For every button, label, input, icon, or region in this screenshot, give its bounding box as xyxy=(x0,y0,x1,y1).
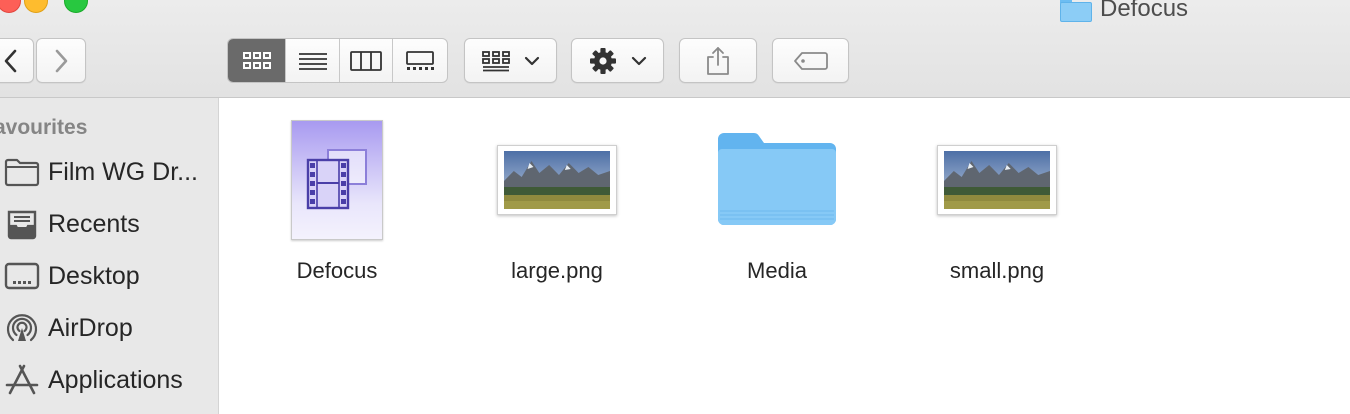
column-view-button[interactable] xyxy=(340,39,393,82)
airdrop-icon xyxy=(3,311,41,345)
folder-icon xyxy=(718,133,836,225)
file-item-defocus[interactable]: Defocus xyxy=(242,118,432,284)
sidebar-item-label: Applications xyxy=(48,365,183,394)
action-menu-button[interactable] xyxy=(571,38,664,83)
back-button[interactable] xyxy=(0,38,34,83)
window-toolbar: Defocus xyxy=(0,0,1350,98)
view-mode-segmented-control xyxy=(227,38,448,83)
sidebar-section-favourites: avourites xyxy=(0,116,88,139)
file-item-media-folder[interactable]: Media xyxy=(682,118,872,284)
image-thumbnail xyxy=(497,145,617,215)
chevron-right-icon xyxy=(55,49,68,72)
applications-icon xyxy=(3,363,41,397)
chevron-left-icon xyxy=(4,49,17,72)
window-title-text: Defocus xyxy=(1100,0,1189,22)
sidebar-item-recents[interactable]: Recents xyxy=(0,204,219,244)
window-title: Defocus xyxy=(1060,0,1188,24)
sidebar-item-airdrop[interactable]: AirDrop xyxy=(0,308,219,348)
file-browser: Defocus large.png Media small.png xyxy=(220,98,1350,414)
edit-tags-button[interactable] xyxy=(772,38,849,83)
folder-icon xyxy=(1060,0,1092,22)
file-name: small.png xyxy=(949,258,1045,283)
minimize-window-button[interactable] xyxy=(24,0,48,13)
recents-icon xyxy=(3,207,41,241)
folder-icon xyxy=(3,155,41,189)
gallery-view-button[interactable] xyxy=(393,39,447,82)
sidebar-item-film-wg-drive[interactable]: Film WG Dr... xyxy=(0,152,219,192)
list-view-icon xyxy=(298,52,327,70)
file-name: Media xyxy=(747,258,807,283)
icon-view-icon xyxy=(242,51,271,69)
sidebar: avourites Film WG Dr... Recents Desktop … xyxy=(0,98,219,414)
sidebar-item-applications[interactable]: Applications xyxy=(0,360,219,400)
maximize-window-button[interactable] xyxy=(64,0,88,13)
list-view-button[interactable] xyxy=(286,39,340,82)
file-item-small-png[interactable]: small.png xyxy=(902,118,1092,284)
share-icon xyxy=(707,46,729,75)
chevron-down-icon xyxy=(524,56,539,65)
image-thumbnail xyxy=(937,145,1057,215)
icon-view-button[interactable] xyxy=(228,39,286,82)
close-window-button[interactable] xyxy=(0,0,21,13)
file-name: Defocus xyxy=(296,258,378,283)
forward-button[interactable] xyxy=(36,38,86,83)
movie-project-icon xyxy=(291,120,383,240)
gear-icon xyxy=(589,47,616,74)
tag-icon xyxy=(793,51,828,70)
group-by-icon xyxy=(481,50,510,71)
file-name: large.png xyxy=(511,258,603,283)
sidebar-item-label: Desktop xyxy=(48,261,140,290)
sidebar-item-label: AirDrop xyxy=(48,313,133,342)
sidebar-item-label: Recents xyxy=(48,209,140,238)
file-item-large-png[interactable]: large.png xyxy=(462,118,652,284)
chevron-down-icon xyxy=(631,56,646,65)
sidebar-item-desktop[interactable]: Desktop xyxy=(0,256,219,296)
column-view-icon xyxy=(350,50,382,71)
share-button[interactable] xyxy=(679,38,757,83)
group-by-button[interactable] xyxy=(464,38,557,83)
desktop-icon xyxy=(3,259,41,293)
sidebar-item-label: Film WG Dr... xyxy=(48,157,198,186)
gallery-view-icon xyxy=(406,50,434,70)
